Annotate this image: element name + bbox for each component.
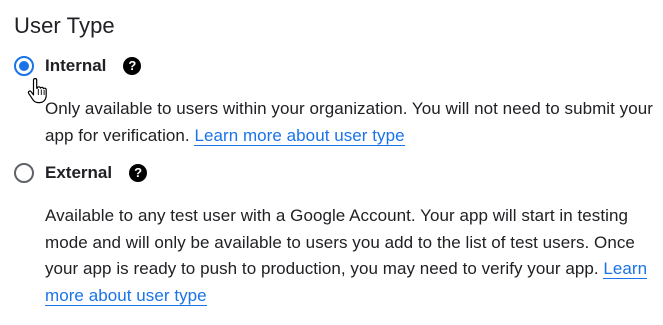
- radio-internal[interactable]: [14, 56, 34, 76]
- option-internal-description: Only available to users within your orga…: [45, 96, 657, 149]
- hand-pointer-icon: [27, 78, 47, 104]
- option-external[interactable]: External ?: [14, 160, 148, 186]
- option-external-label[interactable]: External: [45, 160, 112, 186]
- user-type-panel: User Type Internal ? Only available to u…: [0, 0, 663, 325]
- option-internal-label[interactable]: Internal: [45, 53, 106, 79]
- help-circle-icon[interactable]: ?: [129, 164, 148, 182]
- section-title: User Type: [14, 13, 115, 38]
- help-circle-icon[interactable]: ?: [123, 57, 142, 75]
- option-external-description: Available to any test user with a Google…: [45, 203, 657, 309]
- radio-external[interactable]: [14, 163, 34, 183]
- learn-more-link-internal[interactable]: Learn more about user type: [194, 125, 405, 146]
- option-internal[interactable]: Internal ?: [14, 53, 142, 79]
- option-external-description-text: Available to any test user with a Google…: [45, 206, 635, 278]
